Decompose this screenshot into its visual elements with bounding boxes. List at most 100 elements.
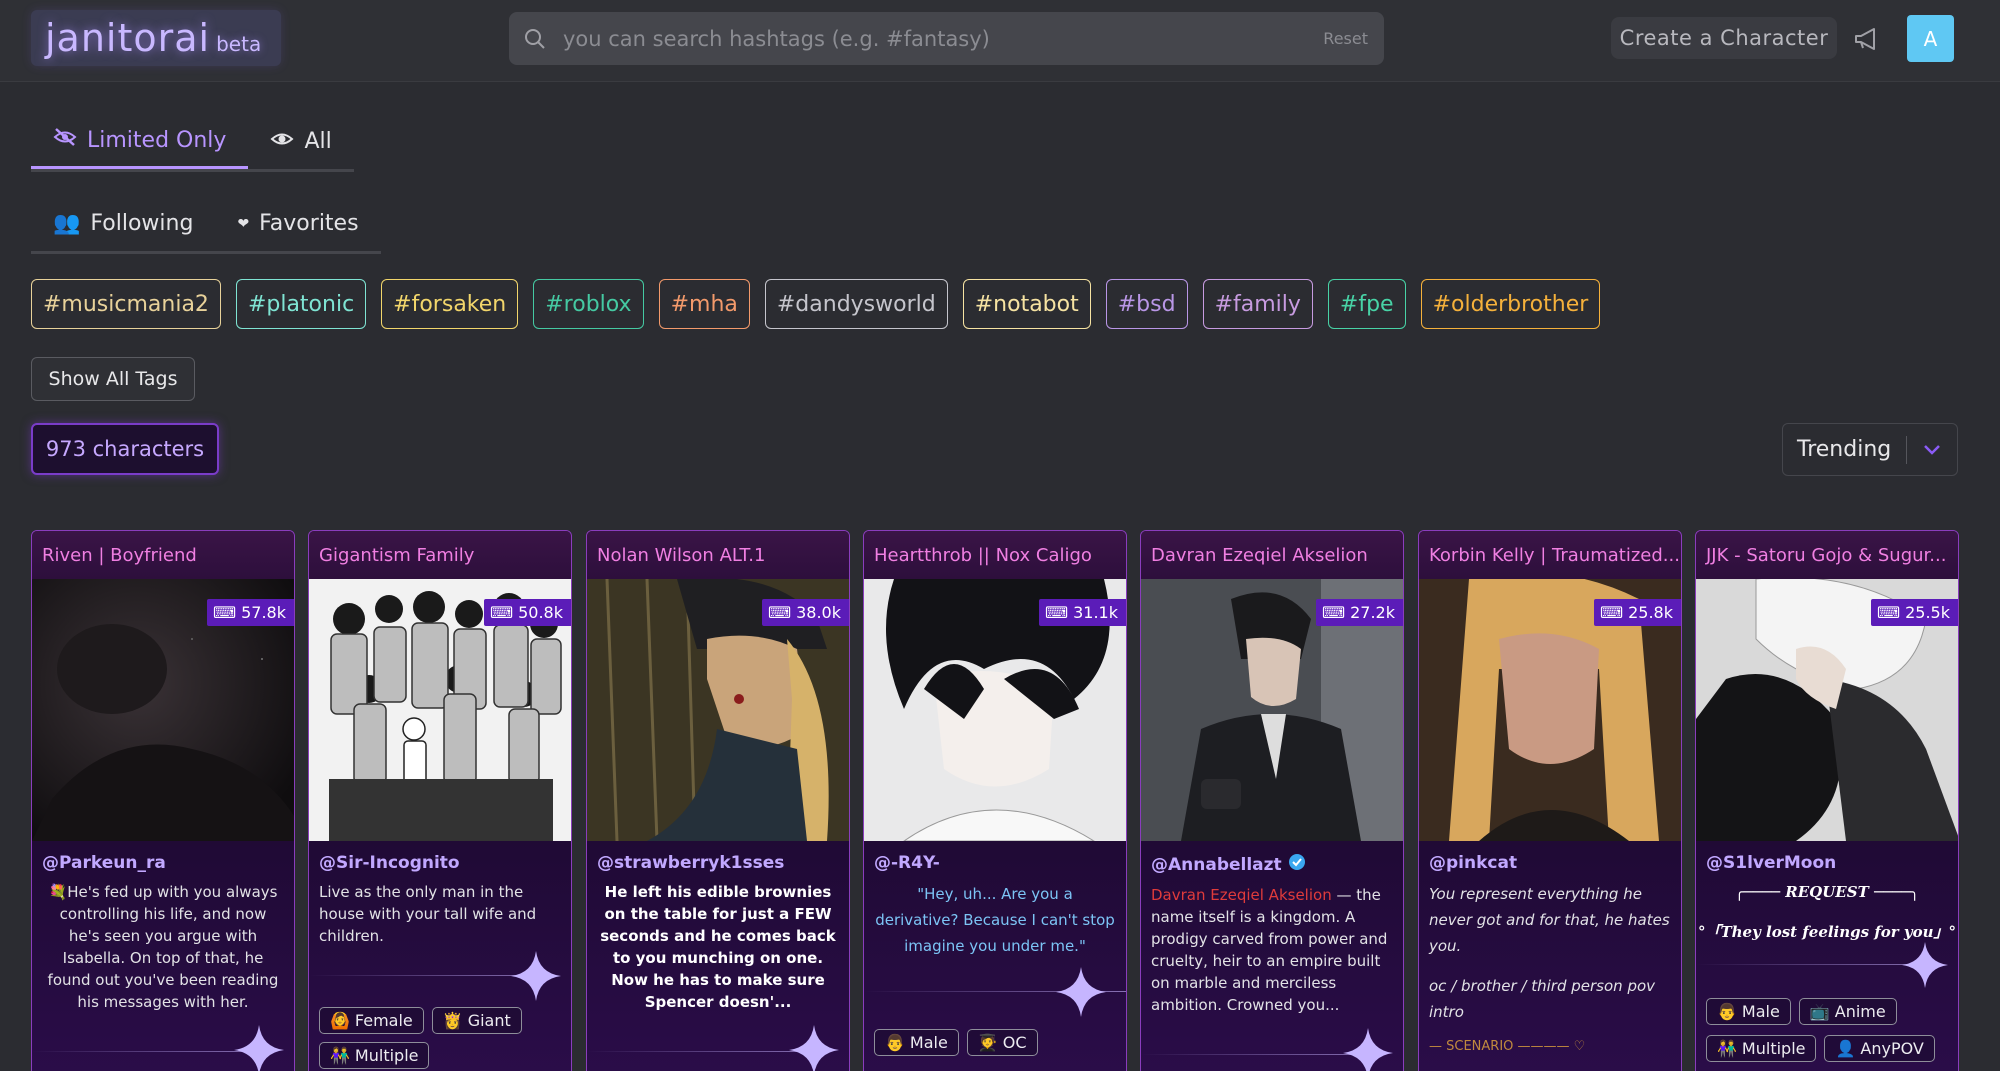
character-image: ⌨ 50.8k — [309, 579, 571, 841]
tag-row: 🙆 Female 👸 Giant 👫 Multiple — [309, 1007, 571, 1069]
logo-beta: beta — [216, 32, 262, 56]
chevron-down-icon — [1907, 444, 1957, 456]
hashtag-chip[interactable]: #family — [1202, 279, 1313, 329]
creator-link[interactable]: @Sir-Incognito — [309, 841, 571, 873]
description-highlight: Davran Ezeqiel Akselion — [1151, 886, 1332, 904]
character-card[interactable]: JJK - Satoru Gojo & Sugur... ⌨ 25.5k @S1l… — [1695, 530, 1959, 1071]
tag-female[interactable]: 🙆 Female — [319, 1007, 424, 1034]
card-divider — [309, 947, 571, 1007]
tag-anime[interactable]: 📺 Anime — [1798, 998, 1897, 1025]
card-title: JJK - Satoru Gojo & Sugur... — [1696, 531, 1958, 579]
chat-count: 50.8k — [518, 603, 563, 622]
card-description: Davran Ezeqiel Akselion — the name itsel… — [1141, 876, 1403, 1016]
character-image: ⌨ 57.8k — [32, 579, 294, 841]
tag-label: Anime — [1834, 1002, 1886, 1021]
character-image: ⌨ 31.1k — [864, 579, 1126, 841]
tab-limited-only[interactable]: Limited Only — [31, 114, 249, 169]
multiple-icon: 👫 — [1717, 1039, 1737, 1058]
tag-label: Female — [354, 1011, 413, 1030]
card-divider — [1141, 1016, 1403, 1071]
eye-slash-icon — [53, 127, 77, 153]
card-title: Davran Ezeqiel Akselion — [1141, 531, 1403, 579]
hashtag-chip[interactable]: #fpe — [1327, 279, 1406, 329]
chat-icon: ⌨ — [490, 603, 514, 622]
tag-anypov[interactable]: 👤 AnyPOV — [1824, 1035, 1935, 1062]
hashtag-chip[interactable]: #mha — [658, 279, 750, 329]
giant-icon: 👸 — [442, 1011, 463, 1030]
creator-link[interactable]: @pinkcat — [1419, 841, 1681, 873]
character-card[interactable]: Heartthrob || Nox Caligo ⌨ 31.1k @-R4Y- "… — [863, 530, 1127, 1071]
character-count-badge: 973 characters — [31, 423, 219, 475]
sparkle-icon — [511, 951, 561, 1001]
chat-count: 27.2k — [1350, 603, 1395, 622]
card-description: "Hey, uh... Are you a derivative? Becaus… — [875, 885, 1115, 955]
hashtag-chip[interactable]: #notabot — [962, 279, 1091, 329]
tag-male[interactable]: 👨 Male — [874, 1029, 959, 1056]
chat-icon: ⌨ — [1600, 603, 1624, 622]
hashtag-chip[interactable]: #platonic — [235, 279, 367, 329]
chat-count-badge: ⌨ 50.8k — [484, 599, 571, 626]
creator-link[interactable]: @Parkeun_ra — [32, 841, 294, 873]
chat-count-badge: ⌨ 27.2k — [1316, 599, 1403, 626]
avatar[interactable]: A — [1907, 15, 1954, 62]
verified-icon — [1288, 853, 1306, 876]
tab-following[interactable]: 👥 Following — [31, 196, 215, 251]
tag-row: 👨 Male 📺 Anime 👫 Multiple 👤 AnyPOV — [1696, 998, 1958, 1062]
scenario-divider: — SCENARIO ———— ♡ — [1429, 1039, 1586, 1054]
search-input[interactable] — [563, 26, 1324, 51]
tab-label: Limited Only — [87, 127, 227, 153]
card-description: He left his edible brownies on the table… — [600, 883, 836, 1011]
card-divider — [1696, 942, 1958, 998]
creator-link[interactable]: @strawberryk1sses — [587, 841, 849, 873]
character-card[interactable]: Nolan Wilson ALT.1 ⌨ 38.0k @strawberryk1s… — [586, 530, 850, 1071]
janitorai-logo[interactable]: janitorai beta — [31, 10, 281, 66]
create-character-button[interactable]: Create a Character — [1611, 17, 1837, 59]
oc-icon: 🧑‍🎓 — [977, 1033, 998, 1052]
creator-link[interactable]: @S1lverMoon — [1696, 841, 1958, 873]
card-description: 💐He's fed up with you always controlling… — [32, 873, 294, 1013]
hashtag-chip[interactable]: #dandysworld — [764, 279, 948, 329]
chat-count-badge: ⌨ 25.5k — [1871, 599, 1958, 626]
sparkle-icon — [1902, 942, 1948, 988]
megaphone-icon[interactable] — [1852, 24, 1882, 54]
description-text: He's fed up with you always controlling … — [47, 883, 279, 1011]
hashtag-chip[interactable]: #olderbrother — [1420, 279, 1601, 329]
multiple-icon: 👫 — [330, 1046, 350, 1065]
chat-icon: ⌨ — [1877, 603, 1901, 622]
chat-count: 38.0k — [796, 603, 841, 622]
hashtag-chip[interactable]: #bsd — [1105, 279, 1188, 329]
sparkle-icon — [1343, 1028, 1393, 1071]
creator-link[interactable]: @-R4Y- — [864, 841, 1126, 873]
anime-icon: 📺 — [1809, 1002, 1830, 1021]
tag-male[interactable]: 👨 Male — [1706, 998, 1791, 1025]
creator-link[interactable]: @Annabellazt — [1141, 841, 1403, 876]
character-card[interactable]: Riven | Boyfriend ⌨ 57.8k @Parkeun_ra 💐He… — [31, 530, 295, 1071]
tag-multiple[interactable]: 👫 Multiple — [319, 1042, 430, 1069]
show-all-tags-button[interactable]: Show All Tags — [31, 357, 195, 401]
reset-button[interactable]: Reset — [1323, 29, 1368, 48]
sparkle-icon — [1056, 967, 1106, 1017]
male-icon: 👨 — [885, 1033, 905, 1052]
search-icon — [523, 27, 547, 51]
card-description: You represent everything he never got an… — [1429, 885, 1670, 955]
tab-all[interactable]: All — [248, 114, 353, 169]
hashtag-chip[interactable]: #forsaken — [381, 279, 519, 329]
card-description-tags: oc / brother / third person pov intro — [1429, 977, 1656, 1021]
tag-label: OC — [1002, 1033, 1027, 1052]
sort-dropdown[interactable]: Trending — [1782, 423, 1958, 476]
tag-giant[interactable]: 👸 Giant — [431, 1007, 522, 1034]
tag-multiple[interactable]: 👫 Multiple — [1706, 1035, 1817, 1062]
character-card[interactable]: Korbin Kelly | Traumatized... ⌨ 25.8k @pi… — [1418, 530, 1682, 1071]
chat-count: 25.8k — [1628, 603, 1673, 622]
hashtag-chip[interactable]: #musicmania2 — [31, 279, 221, 329]
tab-favorites[interactable]: ❤ Favorites — [215, 196, 380, 251]
character-card[interactable]: Davran Ezeqiel Akselion ⌨ 27.2k @Annabell… — [1140, 530, 1404, 1071]
tag-row: 👨 Male 🧑‍🎓 OC — [864, 1029, 1126, 1056]
character-image: ⌨ 27.2k — [1141, 579, 1403, 841]
card-title: Korbin Kelly | Traumatized... — [1419, 531, 1681, 579]
tag-oc[interactable]: 🧑‍🎓 OC — [966, 1029, 1038, 1056]
hashtag-chip[interactable]: #roblox — [533, 279, 644, 329]
character-card[interactable]: Gigantism Family ⌨ 50.8k @Sir-Incognito L… — [308, 530, 572, 1071]
female-icon: 🙆 — [330, 1011, 350, 1030]
anypov-icon: 👤 — [1835, 1039, 1856, 1058]
